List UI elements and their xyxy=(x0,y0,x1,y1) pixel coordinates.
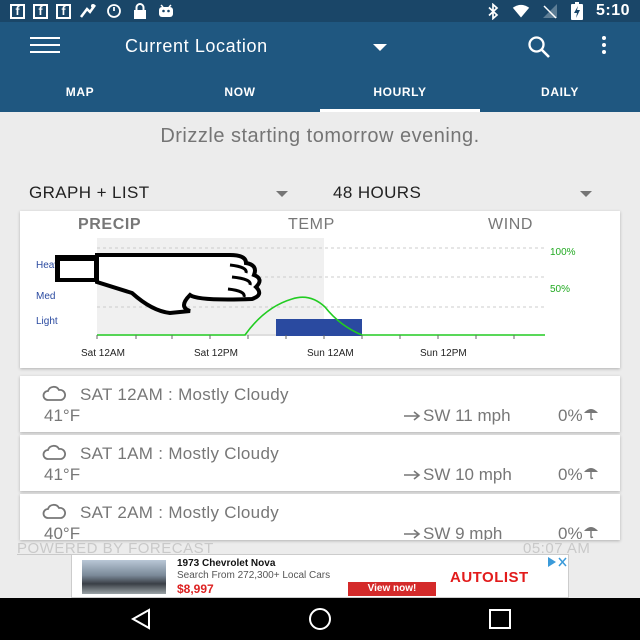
ad-controls xyxy=(546,555,568,567)
wind-arrow-icon xyxy=(403,465,421,485)
ad-subtitle: Search From 272,300+ Local Cars xyxy=(177,570,331,581)
wind-arrow-icon xyxy=(403,406,421,426)
tab-map[interactable]: MAP xyxy=(0,76,160,112)
hour-precip: 0% xyxy=(558,524,599,540)
tab-now[interactable]: NOW xyxy=(160,76,320,112)
android-icon xyxy=(157,3,175,19)
back-icon[interactable] xyxy=(127,606,157,632)
hour-wind: SW 10 mph xyxy=(403,465,512,485)
ad-price: $8,997 xyxy=(177,582,214,596)
search-icon[interactable] xyxy=(526,34,552,60)
facebook-icon: f xyxy=(33,3,48,19)
umbrella-icon xyxy=(583,524,599,540)
time-range-select[interactable]: 48 HOURS xyxy=(333,183,421,203)
graph-tab-wind[interactable]: WIND xyxy=(488,216,533,234)
partly-cloudy-icon xyxy=(42,444,66,462)
hour-condition: SAT 12AM : Mostly Cloudy xyxy=(80,385,289,404)
ad-choices-icon[interactable] xyxy=(546,555,557,567)
status-bar: f f f 5:10 xyxy=(0,0,640,22)
recents-icon[interactable] xyxy=(485,606,515,632)
view-mode-select[interactable]: GRAPH + LIST xyxy=(29,183,150,203)
partly-cloudy-icon xyxy=(42,503,66,521)
fitness-icon xyxy=(79,3,97,19)
partly-cloudy-icon xyxy=(42,385,66,403)
graph-tab-temp[interactable]: TEMP xyxy=(288,216,335,234)
wind-arrow-icon xyxy=(403,524,421,540)
tab-bar: MAP NOW HOURLY DAILY xyxy=(0,76,640,112)
tab-daily[interactable]: DAILY xyxy=(480,76,640,112)
hourly-list-item[interactable]: SAT 2AM : Mostly Cloudy 40°F SW 9 mph 0% xyxy=(20,494,620,540)
bluetooth-icon xyxy=(484,2,502,20)
hour-temperature: 41°F xyxy=(44,465,81,484)
precip-text: 0% xyxy=(558,524,583,540)
x-label: Sun 12AM xyxy=(307,348,354,359)
precip-graph: Heavy Med Light 100% 50% Sat 12AM Sat 12… xyxy=(36,238,576,359)
hour-precip: 0% xyxy=(558,465,599,485)
x-label: Sat 12PM xyxy=(194,348,238,359)
ad-cta-button[interactable]: View now! xyxy=(348,582,436,596)
umbrella-icon xyxy=(583,465,599,485)
chevron-down-icon[interactable] xyxy=(276,191,288,197)
wind-text: SW 9 mph xyxy=(423,524,503,540)
wind-text: SW 10 mph xyxy=(423,465,512,484)
y-label-light: Light xyxy=(36,316,58,327)
hourly-list-item[interactable]: SAT 12AM : Mostly Cloudy 41°F SW 11 mph … xyxy=(20,376,620,432)
ad-brand-logo: AUTOLIST xyxy=(450,569,529,586)
app-bar: Current Location MAP NOW HOURLY DAILY xyxy=(0,22,640,112)
close-icon[interactable] xyxy=(557,555,568,567)
chevron-down-icon[interactable] xyxy=(373,44,387,51)
more-options-icon[interactable] xyxy=(597,36,611,58)
forecast-summary: Drizzle starting tomorrow evening. xyxy=(160,125,480,147)
sync-icon xyxy=(105,3,123,19)
precip-text: 0% xyxy=(558,465,583,484)
system-icons: 5:10 xyxy=(484,2,630,20)
tab-hourly[interactable]: HOURLY xyxy=(320,76,480,112)
ad-banner[interactable]: 1973 Chevrolet Nova Search From 272,300+… xyxy=(71,554,569,598)
right-label-50: 50% xyxy=(550,284,570,295)
no-signal-icon xyxy=(540,3,558,19)
umbrella-icon xyxy=(583,406,599,426)
clock: 5:10 xyxy=(595,2,630,19)
x-label: Sat 12AM xyxy=(81,348,125,359)
hour-condition: SAT 2AM : Mostly Cloudy xyxy=(80,503,279,522)
ad-car-image xyxy=(82,560,166,594)
notification-icons: f f f xyxy=(10,3,175,19)
hour-condition: SAT 1AM : Mostly Cloudy xyxy=(80,444,279,463)
location-title[interactable]: Current Location xyxy=(125,36,268,57)
wind-text: SW 11 mph xyxy=(423,406,511,425)
home-icon[interactable] xyxy=(305,606,335,632)
hour-precip: 0% xyxy=(558,406,599,426)
system-nav-bar xyxy=(0,598,640,640)
x-label: Sun 12PM xyxy=(420,348,467,359)
facebook-icon: f xyxy=(10,3,25,19)
facebook-icon: f xyxy=(56,3,71,19)
chevron-down-icon[interactable] xyxy=(580,191,592,197)
precip-graph-card: Heavy Med Light 100% 50% Sat 12AM Sat 12… xyxy=(20,211,620,368)
hour-temperature: 41°F xyxy=(44,406,81,425)
graph-tab-precip[interactable]: PRECIP xyxy=(78,216,141,234)
hour-wind: SW 9 mph xyxy=(403,524,502,540)
battery-charging-icon xyxy=(568,2,586,20)
ad-title: 1973 Chevrolet Nova xyxy=(177,558,276,569)
lock-icon xyxy=(131,3,149,19)
menu-icon[interactable] xyxy=(30,37,60,57)
precip-text: 0% xyxy=(558,406,583,425)
precip-intensity-bar xyxy=(276,319,362,336)
hour-wind: SW 11 mph xyxy=(403,406,511,426)
y-label-med: Med xyxy=(36,291,55,302)
hour-temperature: 40°F xyxy=(44,524,81,540)
hourly-list-item[interactable]: SAT 1AM : Mostly Cloudy 41°F SW 10 mph 0… xyxy=(20,435,620,491)
right-label-100: 100% xyxy=(550,247,576,258)
wifi-icon xyxy=(512,3,530,19)
